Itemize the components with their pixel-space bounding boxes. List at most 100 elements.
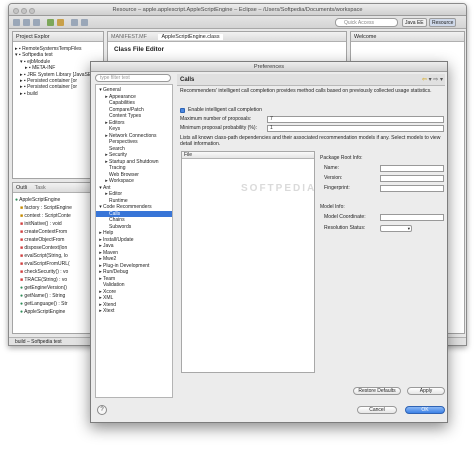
cancel-button[interactable]: Cancel: [357, 406, 397, 414]
perspective-resource[interactable]: Resource: [429, 18, 457, 27]
outline-item[interactable]: ● getLanguage() : Str: [15, 300, 72, 308]
nav-item[interactable]: ▸Run/Debug: [96, 269, 172, 275]
outline-item[interactable]: ■ context : ScriptConte: [15, 212, 72, 220]
back-icon[interactable]: [81, 19, 88, 26]
nav-item[interactable]: ▸Maven: [96, 250, 172, 256]
nav-item[interactable]: Search: [96, 146, 172, 152]
outline-item[interactable]: ● AppleScriptEngine: [15, 308, 72, 316]
outline-item[interactable]: ● getEngineVersion(): [15, 284, 72, 292]
forward-arrow-icon[interactable]: ⇨: [433, 77, 438, 83]
nav-item[interactable]: ▸Workspace: [96, 178, 172, 184]
nav-item[interactable]: ▸Security: [96, 152, 172, 158]
outline-item[interactable]: ■ initNative() : void: [15, 220, 72, 228]
nav-item[interactable]: ▸Startup and Shutdown: [96, 159, 172, 165]
fingerprint-field[interactable]: [380, 185, 444, 192]
close-window-button[interactable]: [13, 8, 19, 14]
nav-item[interactable]: ▸Mwe2: [96, 256, 172, 262]
table-header-label: File: [184, 152, 193, 158]
tree-item[interactable]: ▸ ▪ build: [15, 91, 91, 97]
print-icon[interactable]: [33, 19, 40, 26]
enable-call-completion-checkbox[interactable]: [180, 108, 185, 113]
nav-item[interactable]: Chains: [96, 217, 172, 223]
table-header-file[interactable]: File: [182, 152, 314, 159]
resolution-status-select[interactable]: ▾: [380, 225, 412, 232]
title-bar[interactable]: Resource – apple.applescript.AppleScript…: [9, 4, 466, 16]
outline-item-label: AppleScriptEngine: [19, 197, 61, 203]
back-menu-icon[interactable]: ▾: [429, 77, 432, 83]
forward-menu-icon[interactable]: ▾: [440, 77, 443, 83]
outline-item[interactable]: ■ disposeContext(lon: [15, 244, 72, 252]
nav-item[interactable]: ▾Code Recommenders: [96, 204, 172, 210]
nav-item[interactable]: ▸Plug-in Development: [96, 263, 172, 269]
nav-item[interactable]: ▸Editor: [96, 191, 172, 197]
help-icon[interactable]: ?: [97, 405, 107, 415]
nav-item[interactable]: Capabilities: [96, 100, 172, 106]
quick-access-input[interactable]: Quick Access: [335, 18, 398, 27]
run-icon[interactable]: [47, 19, 54, 26]
nav-item-label: Java: [103, 243, 114, 249]
nav-item[interactable]: Keys: [96, 126, 172, 132]
nav-item[interactable]: ▸Team: [96, 276, 172, 282]
nav-item[interactable]: Compare/Patch: [96, 107, 172, 113]
name-field[interactable]: [380, 165, 444, 172]
outline-item[interactable]: ■ TRACE(String) : vo: [15, 276, 72, 284]
nav-item[interactable]: Tracing: [96, 165, 172, 171]
nav-item[interactable]: ▸Xtext: [96, 308, 172, 314]
apply-button[interactable]: Apply: [407, 387, 445, 395]
nav-item[interactable]: ▾Ant: [96, 185, 172, 191]
outline-item[interactable]: ● getName() : String: [15, 292, 72, 300]
nav-item[interactable]: Perspectives: [96, 139, 172, 145]
nav-item[interactable]: Calls: [96, 210, 172, 217]
outline-item[interactable]: ■ evalScript(String, lo: [15, 252, 72, 260]
minimize-window-button[interactable]: [21, 8, 27, 14]
watermark: SOFTPEDIA: [241, 183, 317, 194]
nav-item[interactable]: Runtime: [96, 198, 172, 204]
nav-item[interactable]: Content Types: [96, 113, 172, 119]
debug-icon[interactable]: [57, 19, 64, 26]
nav-item[interactable]: Subwords: [96, 224, 172, 230]
window-title: Resource – apple.applescript.AppleScript…: [112, 7, 363, 13]
nav-item[interactable]: ▸Java: [96, 243, 172, 249]
version-label: Version:: [324, 175, 343, 181]
welcome-tab[interactable]: Welcome: [351, 32, 464, 42]
outline-item[interactable]: ■ evalScriptFromURL(: [15, 260, 72, 268]
tab-manifest[interactable]: MANIFEST.MF: [111, 34, 147, 40]
nav-item[interactable]: ▸XML: [96, 295, 172, 301]
nav-item[interactable]: ▸Xcore: [96, 289, 172, 295]
filter-input[interactable]: type filter text: [95, 74, 171, 82]
perspective-java-ee[interactable]: Java EE: [402, 18, 427, 27]
tab-task[interactable]: Task: [35, 185, 46, 191]
preferences-nav-tree: ▾General ▸Appearance Capabilities Compare/P…: [95, 84, 173, 398]
new-icon[interactable]: [13, 19, 20, 26]
outline-tree: ● AppleScriptEngine ■ factory : ScriptEn…: [15, 196, 72, 316]
nav-item[interactable]: ▸Xtend: [96, 302, 172, 308]
restore-defaults-button[interactable]: Restore Defaults: [353, 387, 401, 395]
nav-item[interactable]: ▸Help: [96, 230, 172, 236]
outline-item[interactable]: ■ createContextFrom: [15, 228, 72, 236]
outline-item-label: disposeContext(lon: [24, 245, 68, 251]
outline-item[interactable]: ● AppleScriptEngine: [15, 196, 72, 204]
nav-item[interactable]: ▸Network Connections: [96, 133, 172, 139]
nav-item[interactable]: ▾General: [96, 87, 172, 93]
search-toolbar-icon[interactable]: [71, 19, 78, 26]
tab-applescriptengine-class[interactable]: AppleScriptEngine.class: [158, 34, 223, 40]
save-icon[interactable]: [23, 19, 30, 26]
min-probability-field[interactable]: 1: [267, 125, 444, 132]
nav-item[interactable]: ▸Editors: [96, 120, 172, 126]
nav-item-label: Capabilities: [109, 100, 135, 106]
tab-outline[interactable]: Outli: [16, 185, 27, 191]
nav-item[interactable]: Web Browser: [96, 172, 172, 178]
back-arrow-icon[interactable]: ⇦: [422, 77, 427, 83]
project-explorer-tab[interactable]: Project Explor: [13, 32, 103, 42]
model-coordinate-field[interactable]: [380, 214, 444, 221]
zoom-window-button[interactable]: [29, 8, 35, 14]
nav-item[interactable]: ▸Install/Update: [96, 237, 172, 243]
nav-item[interactable]: Validation: [96, 282, 172, 288]
ok-button[interactable]: OK: [405, 406, 445, 414]
version-field[interactable]: [380, 175, 444, 182]
max-proposals-field[interactable]: 7: [267, 116, 444, 123]
outline-item[interactable]: ■ factory : ScriptEngine: [15, 204, 72, 212]
nav-item[interactable]: ▸Appearance: [96, 94, 172, 100]
outline-item[interactable]: ■ checkSecurity() : vo: [15, 268, 72, 276]
outline-item[interactable]: ■ createObjectFrom: [15, 236, 72, 244]
